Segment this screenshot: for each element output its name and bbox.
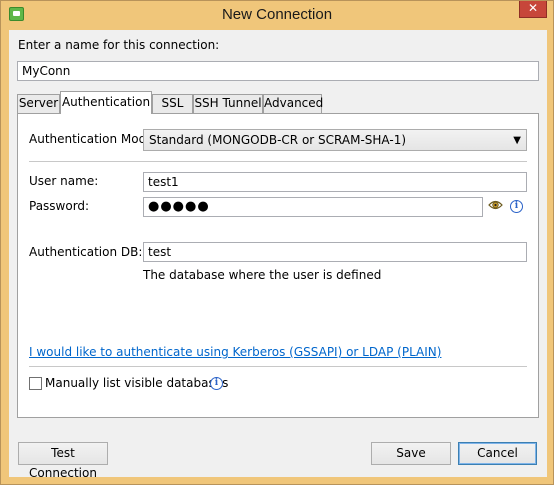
password-input[interactable]: ●●●●● xyxy=(143,197,483,217)
authdb-label: Authentication DB: xyxy=(29,245,143,259)
authdb-input[interactable]: test xyxy=(143,242,527,262)
test-connection-button[interactable]: Test Connection xyxy=(18,442,108,480)
close-button[interactable]: ✕ xyxy=(519,1,547,18)
chevron-down-icon: ▼ xyxy=(513,135,521,146)
username-label: User name: xyxy=(29,174,99,188)
auth-mode-label: Authentication Mode: xyxy=(29,132,158,146)
eye-icon[interactable] xyxy=(488,199,503,214)
dialog-body: Enter a name for this connection: MyConn… xyxy=(9,30,547,480)
manual-db-label[interactable]: Manually list visible databases xyxy=(45,376,228,390)
manual-db-info-icon[interactable]: i xyxy=(210,377,223,390)
username-input[interactable]: test1 xyxy=(143,172,527,192)
password-info-icon[interactable]: i xyxy=(510,200,523,213)
authentication-panel: Authentication Mode: Standard (MONGODB-C… xyxy=(17,113,539,418)
kerberos-ldap-link[interactable]: I would like to authenticate using Kerbe… xyxy=(29,345,441,359)
manual-db-checkbox[interactable] xyxy=(29,377,42,390)
tab-advanced[interactable]: Advanced xyxy=(263,94,323,113)
auth-mode-select[interactable]: Standard (MONGODB-CR or SCRAM-SHA-1) ▼ xyxy=(143,129,527,151)
connection-name-label: Enter a name for this connection: xyxy=(18,38,220,52)
password-label: Password: xyxy=(29,199,90,213)
separator xyxy=(29,161,527,162)
save-button[interactable]: Save xyxy=(371,442,451,465)
connection-name-input[interactable]: MyConn xyxy=(17,61,539,81)
title-bar[interactable]: New Connection ✕ xyxy=(1,1,553,29)
tab-server[interactable]: Server xyxy=(17,94,60,113)
dialog-window: New Connection ✕ Enter a name for this c… xyxy=(0,0,554,485)
cancel-button[interactable]: Cancel xyxy=(458,442,537,465)
tab-ssl[interactable]: SSL xyxy=(152,94,193,113)
tab-authentication[interactable]: Authentication xyxy=(60,91,152,114)
auth-mode-value: Standard (MONGODB-CR or SCRAM-SHA-1) xyxy=(149,133,407,147)
authdb-hint: The database where the user is defined xyxy=(143,268,382,282)
separator xyxy=(29,366,527,367)
window-title: New Connection xyxy=(221,6,333,23)
tab-ssh-tunnel[interactable]: SSH Tunnel xyxy=(193,94,263,113)
